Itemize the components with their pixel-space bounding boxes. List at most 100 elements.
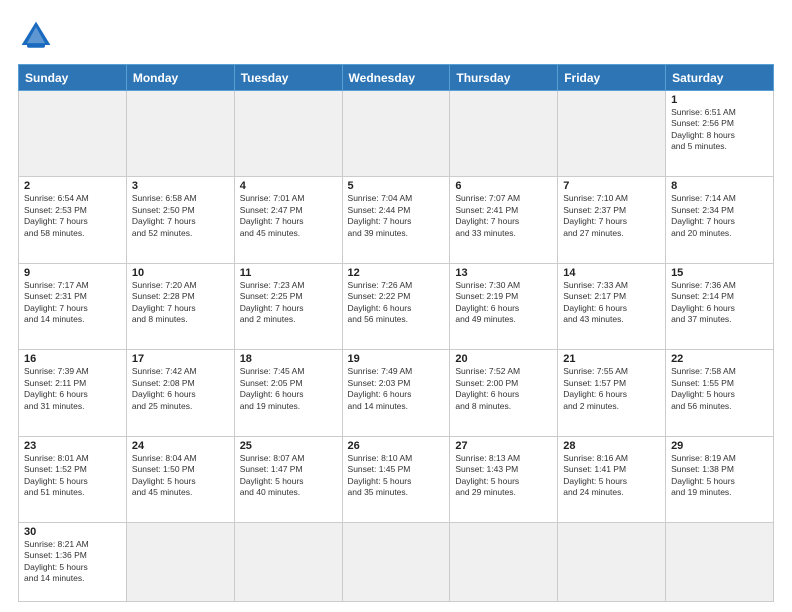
day-number: 24 bbox=[132, 440, 229, 452]
day-info: Sunrise: 8:04 AM Sunset: 1:50 PM Dayligh… bbox=[132, 453, 229, 499]
calendar-day: 5Sunrise: 7:04 AM Sunset: 2:44 PM Daylig… bbox=[342, 177, 450, 263]
day-number: 20 bbox=[455, 353, 552, 365]
calendar-day: 25Sunrise: 8:07 AM Sunset: 1:47 PM Dayli… bbox=[234, 436, 342, 522]
calendar-day: 8Sunrise: 7:14 AM Sunset: 2:34 PM Daylig… bbox=[666, 177, 774, 263]
day-info: Sunrise: 7:39 AM Sunset: 2:11 PM Dayligh… bbox=[24, 366, 121, 412]
calendar-day bbox=[558, 91, 666, 177]
day-number: 27 bbox=[455, 440, 552, 452]
day-info: Sunrise: 7:45 AM Sunset: 2:05 PM Dayligh… bbox=[240, 366, 337, 412]
calendar-day bbox=[126, 91, 234, 177]
day-info: Sunrise: 8:19 AM Sunset: 1:38 PM Dayligh… bbox=[671, 453, 768, 499]
day-info: Sunrise: 7:14 AM Sunset: 2:34 PM Dayligh… bbox=[671, 193, 768, 239]
day-info: Sunrise: 7:20 AM Sunset: 2:28 PM Dayligh… bbox=[132, 280, 229, 326]
calendar-day: 2Sunrise: 6:54 AM Sunset: 2:53 PM Daylig… bbox=[19, 177, 127, 263]
day-info: Sunrise: 8:10 AM Sunset: 1:45 PM Dayligh… bbox=[348, 453, 445, 499]
day-number: 4 bbox=[240, 180, 337, 192]
calendar-day bbox=[342, 522, 450, 601]
day-number: 10 bbox=[132, 267, 229, 279]
day-number: 8 bbox=[671, 180, 768, 192]
day-info: Sunrise: 8:13 AM Sunset: 1:43 PM Dayligh… bbox=[455, 453, 552, 499]
day-info: Sunrise: 7:10 AM Sunset: 2:37 PM Dayligh… bbox=[563, 193, 660, 239]
calendar-day: 1Sunrise: 6:51 AM Sunset: 2:56 PM Daylig… bbox=[666, 91, 774, 177]
week-row-2: 2Sunrise: 6:54 AM Sunset: 2:53 PM Daylig… bbox=[19, 177, 774, 263]
calendar-day bbox=[234, 91, 342, 177]
day-info: Sunrise: 7:23 AM Sunset: 2:25 PM Dayligh… bbox=[240, 280, 337, 326]
calendar-day: 20Sunrise: 7:52 AM Sunset: 2:00 PM Dayli… bbox=[450, 350, 558, 436]
page: SundayMondayTuesdayWednesdayThursdayFrid… bbox=[0, 0, 792, 612]
day-number: 21 bbox=[563, 353, 660, 365]
calendar-day bbox=[450, 91, 558, 177]
day-info: Sunrise: 7:49 AM Sunset: 2:03 PM Dayligh… bbox=[348, 366, 445, 412]
day-info: Sunrise: 8:16 AM Sunset: 1:41 PM Dayligh… bbox=[563, 453, 660, 499]
calendar-day: 30Sunrise: 8:21 AM Sunset: 1:36 PM Dayli… bbox=[19, 522, 127, 601]
day-number: 26 bbox=[348, 440, 445, 452]
calendar-day: 26Sunrise: 8:10 AM Sunset: 1:45 PM Dayli… bbox=[342, 436, 450, 522]
day-info: Sunrise: 6:51 AM Sunset: 2:56 PM Dayligh… bbox=[671, 107, 768, 153]
calendar-day: 10Sunrise: 7:20 AM Sunset: 2:28 PM Dayli… bbox=[126, 263, 234, 349]
week-row-4: 16Sunrise: 7:39 AM Sunset: 2:11 PM Dayli… bbox=[19, 350, 774, 436]
calendar-day bbox=[558, 522, 666, 601]
calendar-day: 21Sunrise: 7:55 AM Sunset: 1:57 PM Dayli… bbox=[558, 350, 666, 436]
calendar-day: 12Sunrise: 7:26 AM Sunset: 2:22 PM Dayli… bbox=[342, 263, 450, 349]
day-number: 28 bbox=[563, 440, 660, 452]
day-info: Sunrise: 7:55 AM Sunset: 1:57 PM Dayligh… bbox=[563, 366, 660, 412]
logo bbox=[18, 18, 58, 54]
day-info: Sunrise: 7:07 AM Sunset: 2:41 PM Dayligh… bbox=[455, 193, 552, 239]
day-number: 5 bbox=[348, 180, 445, 192]
week-row-5: 23Sunrise: 8:01 AM Sunset: 1:52 PM Dayli… bbox=[19, 436, 774, 522]
day-number: 12 bbox=[348, 267, 445, 279]
logo-icon bbox=[18, 18, 54, 54]
day-number: 23 bbox=[24, 440, 121, 452]
calendar-day: 29Sunrise: 8:19 AM Sunset: 1:38 PM Dayli… bbox=[666, 436, 774, 522]
calendar-day: 18Sunrise: 7:45 AM Sunset: 2:05 PM Dayli… bbox=[234, 350, 342, 436]
day-info: Sunrise: 8:07 AM Sunset: 1:47 PM Dayligh… bbox=[240, 453, 337, 499]
day-number: 30 bbox=[24, 526, 121, 538]
calendar-day: 13Sunrise: 7:30 AM Sunset: 2:19 PM Dayli… bbox=[450, 263, 558, 349]
calendar-table: SundayMondayTuesdayWednesdayThursdayFrid… bbox=[18, 64, 774, 602]
day-info: Sunrise: 6:58 AM Sunset: 2:50 PM Dayligh… bbox=[132, 193, 229, 239]
calendar-header-thursday: Thursday bbox=[450, 65, 558, 91]
day-number: 17 bbox=[132, 353, 229, 365]
calendar-day: 3Sunrise: 6:58 AM Sunset: 2:50 PM Daylig… bbox=[126, 177, 234, 263]
day-number: 9 bbox=[24, 267, 121, 279]
day-number: 18 bbox=[240, 353, 337, 365]
day-info: Sunrise: 7:33 AM Sunset: 2:17 PM Dayligh… bbox=[563, 280, 660, 326]
day-number: 7 bbox=[563, 180, 660, 192]
day-info: Sunrise: 7:52 AM Sunset: 2:00 PM Dayligh… bbox=[455, 366, 552, 412]
week-row-3: 9Sunrise: 7:17 AM Sunset: 2:31 PM Daylig… bbox=[19, 263, 774, 349]
calendar-day bbox=[342, 91, 450, 177]
week-row-6: 30Sunrise: 8:21 AM Sunset: 1:36 PM Dayli… bbox=[19, 522, 774, 601]
day-number: 29 bbox=[671, 440, 768, 452]
calendar-day: 6Sunrise: 7:07 AM Sunset: 2:41 PM Daylig… bbox=[450, 177, 558, 263]
day-info: Sunrise: 6:54 AM Sunset: 2:53 PM Dayligh… bbox=[24, 193, 121, 239]
calendar-header-tuesday: Tuesday bbox=[234, 65, 342, 91]
calendar-header-wednesday: Wednesday bbox=[342, 65, 450, 91]
day-info: Sunrise: 7:36 AM Sunset: 2:14 PM Dayligh… bbox=[671, 280, 768, 326]
calendar-day bbox=[234, 522, 342, 601]
day-number: 1 bbox=[671, 94, 768, 106]
calendar-day: 9Sunrise: 7:17 AM Sunset: 2:31 PM Daylig… bbox=[19, 263, 127, 349]
calendar-day bbox=[19, 91, 127, 177]
calendar-day bbox=[450, 522, 558, 601]
day-info: Sunrise: 7:42 AM Sunset: 2:08 PM Dayligh… bbox=[132, 366, 229, 412]
day-info: Sunrise: 8:01 AM Sunset: 1:52 PM Dayligh… bbox=[24, 453, 121, 499]
day-number: 15 bbox=[671, 267, 768, 279]
calendar-day: 23Sunrise: 8:01 AM Sunset: 1:52 PM Dayli… bbox=[19, 436, 127, 522]
day-number: 6 bbox=[455, 180, 552, 192]
calendar-day: 24Sunrise: 8:04 AM Sunset: 1:50 PM Dayli… bbox=[126, 436, 234, 522]
calendar-day bbox=[126, 522, 234, 601]
day-info: Sunrise: 7:26 AM Sunset: 2:22 PM Dayligh… bbox=[348, 280, 445, 326]
week-row-1: 1Sunrise: 6:51 AM Sunset: 2:56 PM Daylig… bbox=[19, 91, 774, 177]
day-number: 22 bbox=[671, 353, 768, 365]
calendar-day: 11Sunrise: 7:23 AM Sunset: 2:25 PM Dayli… bbox=[234, 263, 342, 349]
calendar-header-monday: Monday bbox=[126, 65, 234, 91]
calendar-header-row: SundayMondayTuesdayWednesdayThursdayFrid… bbox=[19, 65, 774, 91]
day-number: 11 bbox=[240, 267, 337, 279]
calendar-day: 15Sunrise: 7:36 AM Sunset: 2:14 PM Dayli… bbox=[666, 263, 774, 349]
calendar-day: 4Sunrise: 7:01 AM Sunset: 2:47 PM Daylig… bbox=[234, 177, 342, 263]
day-number: 16 bbox=[24, 353, 121, 365]
day-info: Sunrise: 7:01 AM Sunset: 2:47 PM Dayligh… bbox=[240, 193, 337, 239]
calendar-day: 22Sunrise: 7:58 AM Sunset: 1:55 PM Dayli… bbox=[666, 350, 774, 436]
calendar-day bbox=[666, 522, 774, 601]
calendar-day: 7Sunrise: 7:10 AM Sunset: 2:37 PM Daylig… bbox=[558, 177, 666, 263]
